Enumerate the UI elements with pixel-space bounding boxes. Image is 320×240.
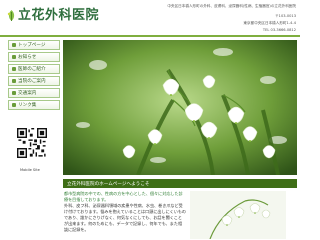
intro-text: 都市型病院の中での、性病の方を中心とした、個々に対応した診療を目指しております。…: [64, 191, 186, 233]
flower-logo-icon: [5, 8, 18, 23]
qr-code-icon[interactable]: [17, 128, 47, 158]
nav-item-label: リンク集: [18, 103, 37, 108]
intro-body: 外科、皮フ科、泌尿器科領域の疾患や性病、水虫、巻き爪など受け付けております。悩み…: [64, 203, 186, 232]
nav-item-label: 当院のご案内: [18, 79, 46, 84]
nav-item-clinic-info[interactable]: 当院のご案内: [8, 76, 60, 86]
hero-flower-image: [63, 40, 297, 175]
nav-item-top[interactable]: トップページ: [8, 40, 60, 50]
bullet-icon: [12, 103, 16, 107]
bullet-icon: [12, 79, 16, 83]
welcome-heading: 立花外科医院のホームページへようこそ: [63, 179, 297, 188]
nav-item-news[interactable]: お知らせ: [8, 52, 60, 62]
bullet-icon: [12, 55, 16, 59]
header-divider: [0, 35, 300, 37]
mobile-site-label[interactable]: Mobile Site: [20, 168, 40, 172]
site-header: 立花外科医院 中央区日本橋人形町の外科、皮膚科、泌尿器科(性病、生殖器官)の立花…: [0, 0, 300, 37]
bullet-icon: [12, 67, 16, 71]
intro-lead: 都市型病院の中での、性病の方を中心とした、個々に対応した診療を目指しております。: [64, 191, 183, 202]
nav-item-label: トップページ: [18, 43, 46, 48]
nav-item-links[interactable]: リンク集: [8, 100, 60, 110]
postal-code: 〒103-0013: [275, 14, 296, 18]
sidebar-nav: トップページ お知らせ 医師のご紹介 当院のご案内 交通案内 リンク集: [8, 40, 60, 112]
bullet-icon: [12, 91, 16, 95]
address: 東京都中央区日本橋人形町1-4-4: [243, 21, 296, 25]
nav-item-label: お知らせ: [18, 55, 37, 60]
nav-item-doctors[interactable]: 医師のご紹介: [8, 64, 60, 74]
nav-item-label: 医師のご紹介: [18, 67, 46, 72]
bullet-icon: [12, 43, 16, 47]
lily-of-the-valley-photo: [190, 191, 286, 239]
site-tagline: 中央区日本橋人形町の外科、皮膚科、泌尿器科(性病、生殖器官)の立花外科医院: [167, 4, 296, 8]
nav-item-label: 交通案内: [18, 91, 37, 96]
site-title[interactable]: 立花外科医院: [18, 8, 99, 23]
phone-number: TEL 03-3666-0812: [262, 28, 296, 32]
nav-item-access[interactable]: 交通案内: [8, 88, 60, 98]
